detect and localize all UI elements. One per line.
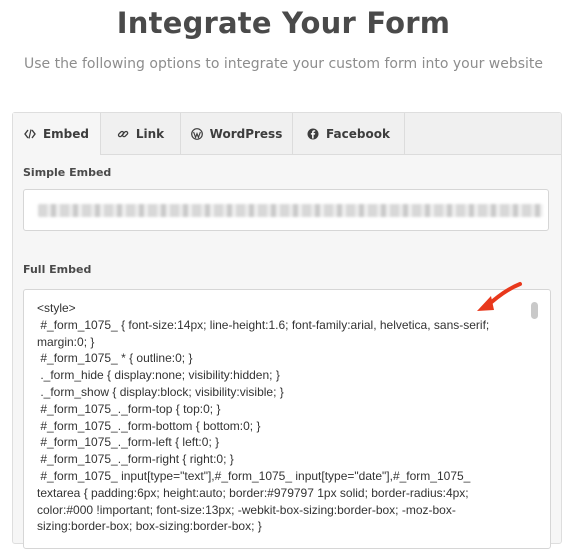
- wordpress-icon: [190, 127, 203, 140]
- tab-link[interactable]: Link: [101, 113, 181, 154]
- tab-embed[interactable]: Embed: [13, 113, 101, 155]
- full-embed-code: <style> #_form_1075_ { font-size:14px; l…: [37, 301, 490, 534]
- tab-wordpress[interactable]: WordPress: [181, 113, 293, 154]
- tab-embed-label: Embed: [42, 127, 90, 141]
- annotation-arrow-icon: [477, 282, 522, 311]
- tab-facebook-label: Facebook: [326, 126, 390, 141]
- full-embed-code-textarea[interactable]: <style> #_form_1075_ { font-size:14px; l…: [23, 289, 551, 549]
- tab-wordpress-label: WordPress: [209, 126, 283, 141]
- integration-panel: Embed Link WordPress Facebook Simple Emb…: [12, 112, 562, 549]
- redacted-embed-code: [38, 204, 543, 217]
- tab-link-label: Link: [135, 126, 165, 141]
- scrollbar-thumb[interactable]: [531, 302, 538, 319]
- page-subtitle: Use the following options to integrate y…: [23, 56, 544, 72]
- simple-embed-label: Simple Embed: [23, 166, 112, 179]
- simple-embed-field[interactable]: [23, 189, 549, 231]
- page-title: Integrate Your Form: [116, 6, 451, 40]
- tab-bar: Embed Link WordPress Facebook: [13, 113, 561, 155]
- code-icon: [24, 129, 36, 139]
- full-embed-label: Full Embed: [23, 263, 92, 276]
- facebook-icon: [307, 128, 319, 140]
- tab-facebook[interactable]: Facebook: [293, 113, 405, 154]
- link-icon: [117, 128, 129, 140]
